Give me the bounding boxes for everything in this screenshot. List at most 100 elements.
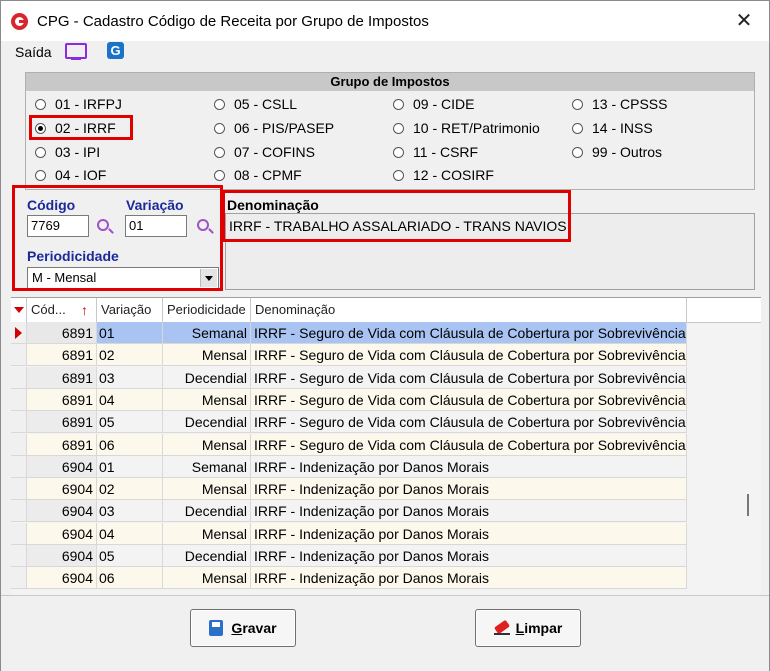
row-indicator[interactable] <box>11 344 27 367</box>
cell-variacao[interactable]: 05 <box>97 411 163 434</box>
monitor-icon[interactable] <box>65 43 87 60</box>
row-indicator[interactable] <box>11 433 27 456</box>
cell-denominacao[interactable]: IRRF - Indenização por Danos Morais <box>251 478 687 501</box>
cell-codigo[interactable]: 6904 <box>27 455 97 478</box>
cell-periodicidade[interactable]: Mensal <box>163 344 251 367</box>
cell-variacao[interactable]: 03 <box>97 500 163 523</box>
cell-variacao[interactable]: 02 <box>97 478 163 501</box>
vertical-scrollbar[interactable] <box>747 494 749 516</box>
cell-denominacao[interactable]: IRRF - Seguro de Vida com Cláusula de Co… <box>251 433 687 456</box>
cell-periodicidade[interactable]: Semanal <box>163 455 251 478</box>
radio-csrf[interactable]: 11 - CSRF <box>393 142 478 162</box>
cell-periodicidade[interactable]: Decendial <box>163 500 251 523</box>
radio-dot[interactable] <box>393 122 404 134</box>
cell-periodicidade[interactable]: Semanal <box>163 322 251 344</box>
radio-pis-pasep[interactable]: 06 - PIS/PASEP <box>214 118 334 138</box>
row-indicator[interactable] <box>11 478 27 501</box>
radio-cosirf[interactable]: 12 - COSIRF <box>393 165 494 185</box>
radio-cpmf[interactable]: 08 - CPMF <box>214 165 302 185</box>
cell-denominacao[interactable]: IRRF - Seguro de Vida com Cláusula de Co… <box>251 322 687 344</box>
table-row[interactable]: 6904 05 Decendial IRRF - Indenização por Da… <box>11 545 687 567</box>
header-codigo[interactable]: Cód... ↑ <box>27 298 97 322</box>
cell-periodicidade[interactable]: Decendial <box>163 366 251 389</box>
cell-denominacao[interactable]: IRRF - Seguro de Vida com Cláusula de Co… <box>251 366 687 389</box>
radio-iof[interactable]: 04 - IOF <box>35 165 106 185</box>
cell-variacao[interactable]: 06 <box>97 433 163 456</box>
cell-denominacao[interactable]: IRRF - Indenização por Danos Morais <box>251 500 687 523</box>
radio-dot[interactable] <box>393 98 404 110</box>
table-row[interactable]: 6904 01 Semanal IRRF - Indenização por Dano… <box>11 455 687 478</box>
cell-variacao[interactable]: 04 <box>97 388 163 411</box>
table-row[interactable]: 6904 03 Decendial IRRF - Indenização por Da… <box>11 500 687 523</box>
cell-variacao[interactable]: 01 <box>97 455 163 478</box>
row-indicator[interactable] <box>11 366 27 389</box>
table-row[interactable]: 6891 05 Decendial IRRF - Seguro de Vida com… <box>11 411 687 434</box>
table-row[interactable]: 6891 01 Semanal IRRF - Seguro de Vida com C… <box>11 322 687 344</box>
radio-ret-patrimonio[interactable]: 10 - RET/Patrimonio <box>393 118 540 138</box>
radio-outros[interactable]: 99 - Outros <box>572 142 662 162</box>
cell-denominacao[interactable]: IRRF - Indenização por Danos Morais <box>251 455 687 478</box>
radio-csll[interactable]: 05 - CSLL <box>214 94 297 114</box>
cell-variacao[interactable]: 01 <box>97 322 163 344</box>
cell-periodicidade[interactable]: Mensal <box>163 433 251 456</box>
close-button[interactable]: ✕ <box>733 10 755 32</box>
table-row[interactable]: 6891 04 Mensal IRRF - Seguro de Vida com Cl… <box>11 388 687 411</box>
row-indicator[interactable] <box>11 567 27 590</box>
table-row[interactable]: 6891 06 Mensal IRRF - Seguro de Vida com Cl… <box>11 433 687 456</box>
app-g-icon[interactable]: G <box>107 42 124 59</box>
cell-periodicidade[interactable]: Mensal <box>163 567 251 590</box>
table-row[interactable]: 6891 03 Decendial IRRF - Seguro de Vida com… <box>11 366 687 389</box>
cell-variacao[interactable]: 06 <box>97 567 163 590</box>
cell-codigo[interactable]: 6904 <box>27 522 97 545</box>
cell-variacao[interactable]: 05 <box>97 545 163 567</box>
cell-periodicidade[interactable]: Mensal <box>163 522 251 545</box>
cell-variacao[interactable]: 02 <box>97 344 163 367</box>
row-indicator[interactable] <box>11 322 27 344</box>
row-indicator[interactable] <box>11 411 27 434</box>
header-periodicidade[interactable]: Periodicidade <box>163 298 251 322</box>
cell-denominacao[interactable]: IRRF - Indenização por Danos Morais <box>251 545 687 567</box>
radio-dot[interactable] <box>35 146 46 158</box>
radio-cide[interactable]: 09 - CIDE <box>393 94 474 114</box>
cell-variacao[interactable]: 04 <box>97 522 163 545</box>
filter-triangle-icon[interactable] <box>14 307 24 313</box>
cell-codigo[interactable]: 6891 <box>27 388 97 411</box>
table-row[interactable]: 6904 06 Mensal IRRF - Indenização por Danos… <box>11 567 687 590</box>
cell-codigo[interactable]: 6904 <box>27 500 97 523</box>
saida-menu[interactable]: Saída <box>15 44 52 60</box>
table-row[interactable]: 6904 04 Mensal IRRF - Indenização por Danos… <box>11 522 687 545</box>
cell-variacao[interactable]: 03 <box>97 366 163 389</box>
codes-table[interactable]: Cód... ↑ Variação Periodicidade Denominaç… <box>11 297 761 596</box>
radio-dot[interactable] <box>572 122 583 134</box>
row-indicator[interactable] <box>11 545 27 567</box>
cell-codigo[interactable]: 6891 <box>27 411 97 434</box>
radio-dot[interactable] <box>393 169 404 181</box>
radio-ipi[interactable]: 03 - IPI <box>35 142 100 162</box>
gravar-button[interactable]: Gravar <box>190 609 296 647</box>
radio-dot[interactable] <box>214 169 225 181</box>
row-indicator[interactable] <box>11 455 27 478</box>
radio-cofins[interactable]: 07 - COFINS <box>214 142 315 162</box>
table-row[interactable]: 6891 02 Mensal IRRF - Seguro de Vida com Cl… <box>11 344 687 367</box>
cell-periodicidade[interactable]: Mensal <box>163 388 251 411</box>
table-row[interactable]: 6904 02 Mensal IRRF - Indenização por Danos… <box>11 478 687 501</box>
radio-dot[interactable] <box>572 146 583 158</box>
radio-dot[interactable] <box>572 98 583 110</box>
cell-periodicidade[interactable]: Decendial <box>163 411 251 434</box>
cell-denominacao[interactable]: IRRF - Seguro de Vida com Cláusula de Co… <box>251 344 687 367</box>
row-indicator[interactable] <box>11 388 27 411</box>
header-variacao[interactable]: Variação <box>97 298 163 322</box>
cell-codigo[interactable]: 6891 <box>27 322 97 344</box>
cell-codigo[interactable]: 6891 <box>27 433 97 456</box>
cell-codigo[interactable]: 6904 <box>27 478 97 501</box>
cell-periodicidade[interactable]: Decendial <box>163 545 251 567</box>
cell-codigo[interactable]: 6891 <box>27 366 97 389</box>
radio-dot[interactable] <box>214 146 225 158</box>
cell-codigo[interactable]: 6904 <box>27 567 97 590</box>
radio-dot[interactable] <box>35 98 46 110</box>
radio-dot[interactable] <box>35 169 46 181</box>
cell-denominacao[interactable]: IRRF - Indenização por Danos Morais <box>251 522 687 545</box>
cell-denominacao[interactable]: IRRF - Seguro de Vida com Cláusula de Co… <box>251 411 687 434</box>
cell-denominacao[interactable]: IRRF - Seguro de Vida com Cláusula de Co… <box>251 388 687 411</box>
cell-denominacao[interactable]: IRRF - Indenização por Danos Morais <box>251 567 687 590</box>
